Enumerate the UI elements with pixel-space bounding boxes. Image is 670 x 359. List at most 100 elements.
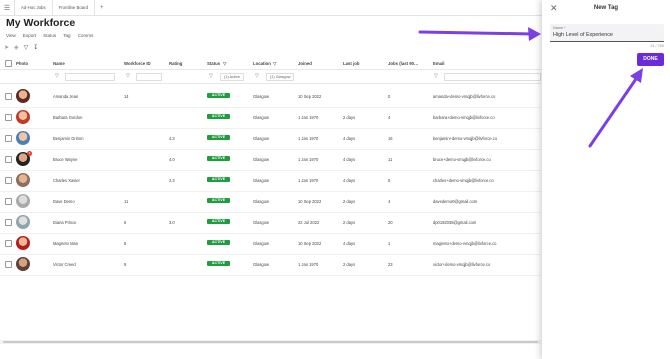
col-location[interactable]: Location [253,61,271,66]
cell-email: victor+demo-vmqjb@livforce.co [433,262,491,267]
table-row[interactable]: Barbara Gordon ACTIVE Glasgow 1 Jan 1970… [0,107,541,129]
avatar [16,215,30,229]
cell-joined: 10 Sep 2022 [298,241,322,246]
menu-view[interactable]: View [6,33,16,38]
status-badge: ACTIVE [207,198,230,203]
cell-email: benjamin+demo-vmqjb@livforce.co [433,136,498,141]
avatar [16,257,30,271]
row-checkbox[interactable] [5,177,12,184]
tag-name-field[interactable]: Name * High Level of Experience [550,24,664,42]
row-checkbox[interactable] [5,156,12,163]
table-row[interactable]: Victor Creed 9 ACTIVE Glasgow 1 Jan 1970… [0,254,541,276]
panel-title: New Tag [593,5,619,11]
email-filter-input[interactable] [444,73,541,81]
row-checkbox[interactable] [5,240,12,247]
avatar [16,110,30,124]
table-row[interactable]: Dave Demo 11 ACTIVE Glasgow 10 Sep 2022 … [0,191,541,213]
location-filter-chip[interactable]: (1) Glasgow [266,73,295,81]
cell-location: Glasgow [253,199,269,204]
cell-last-job: 4 days [343,178,356,183]
done-button[interactable]: DONE [637,53,664,66]
table-row[interactable]: Magneto Man 8 ACTIVE Glasgow 10 Sep 2022… [0,233,541,255]
tab-ad-hoc-jobs[interactable]: Ad-Hoc Jobs [14,0,52,15]
cell-last-job: 2 days [343,220,356,225]
col-photo[interactable]: Photo [16,61,28,66]
table-row[interactable]: Charles Xavier 2.3 ACTIVE Glasgow 1 Jan … [0,170,541,192]
select-all-checkbox[interactable] [5,60,12,67]
location-filter-icon[interactable]: ▽ [273,61,276,67]
menu-status[interactable]: Status [43,33,56,38]
cell-rating: 4.0 [169,157,175,162]
tag-icon[interactable]: ◈ [14,44,19,51]
action-menu: View Export Status Tag Comms [6,33,93,38]
cell-jobs: 11 [388,157,393,162]
status-filter-chip[interactable]: (1) Active [220,73,244,81]
avatar [16,194,30,208]
col-email[interactable]: Email [433,61,444,66]
filter-icon[interactable]: ▽ [209,73,213,79]
filter-icon[interactable]: ▽ [24,44,29,51]
status-badge: ACTIVE [207,219,230,224]
arrow-to-field-shaft [418,30,535,36]
table-row[interactable]: Benjamin Grimm 4.3 ACTIVE Glasgow 1 Jan … [0,128,541,150]
menu-tag[interactable]: Tag [63,33,70,38]
workforce-id-filter-input[interactable] [136,73,162,81]
status-badge: ACTIVE [207,261,230,266]
filter-icon[interactable]: ▽ [255,73,259,79]
cell-name: Magneto Man [53,241,79,246]
col-name[interactable]: Name [53,61,65,66]
cell-email: barbara+demo-vmqjb@livforce.co [433,115,495,120]
horizontal-scrollbar[interactable] [0,340,541,344]
cell-location: Glasgow [253,94,269,99]
download-icon[interactable]: ↧ [33,44,38,51]
status-badge: ACTIVE [207,135,230,140]
cell-name: Bruce Wayne [53,157,78,162]
status-badge: ACTIVE [207,156,230,161]
cell-joined: 22 Jul 2022 [298,220,320,225]
row-checkbox[interactable] [5,93,12,100]
col-workforce-id[interactable]: Workforce ID [124,61,151,66]
tab-frontline-board[interactable]: Frontline Board [51,0,94,15]
row-checkbox[interactable] [5,219,12,226]
menu-comms[interactable]: Comms [78,33,94,38]
cell-location: Glasgow [253,178,269,183]
hamburger-icon[interactable]: ☰ [0,0,14,15]
row-checkbox[interactable] [5,114,12,121]
cell-location: Glasgow [253,220,269,225]
send-icon[interactable]: ➤ [4,44,9,51]
row-checkbox[interactable] [5,198,12,205]
col-jobs-last-90[interactable]: Jobs (last 90… [388,61,418,66]
row-checkbox[interactable] [5,261,12,268]
cell-location: Glasgow [253,262,269,267]
cell-email: davedemo0@gmail.com [433,199,478,204]
scrollbar-thumb[interactable] [3,341,538,343]
table-row[interactable]: Diana Prince 6 3.0 ACTIVE Glasgow 22 Jul… [0,212,541,234]
add-tab-button[interactable]: + [94,0,109,15]
tag-name-input[interactable]: High Level of Experience [553,32,613,38]
grid-toolbar: ➤ ◈ ▽ ↧ [4,44,38,51]
name-filter-input[interactable] [65,73,115,81]
notification-badge: 2 [27,151,32,156]
cell-email: amanda+demo-vmqjb@livforce.co [433,94,496,99]
col-joined[interactable]: Joined [298,61,312,66]
filter-icon[interactable]: ▽ [55,73,59,79]
menu-export[interactable]: Export [23,33,36,38]
col-last-job[interactable]: Last job [343,61,359,66]
status-filter-icon[interactable]: ▽ [223,61,226,67]
cell-jobs: 4 [388,115,391,120]
avatar [16,89,30,103]
row-checkbox[interactable] [5,135,12,142]
cell-last-job: 2 days [343,262,356,267]
filter-icon[interactable]: ▽ [434,73,438,79]
cell-joined: 10 Sep 2022 [298,199,322,204]
col-status[interactable]: Status [207,61,220,66]
filter-icon[interactable]: ▽ [126,73,130,79]
cell-location: Glasgow [253,241,269,246]
table-row[interactable]: Amanda Jean 14 ACTIVE Glasgow 10 Sep 202… [0,86,541,108]
cell-name: Dave Demo [53,199,75,204]
cell-name: Amanda Jean [53,94,79,99]
col-rating[interactable]: Rating [169,61,182,66]
cell-last-job: 4 days [343,157,356,162]
cell-email: dp0192038@gmail.com [433,220,477,225]
table-row[interactable]: 2 Bruce Wayne 4.0 ACTIVE Glasgow 1 Jan 1… [0,149,541,171]
